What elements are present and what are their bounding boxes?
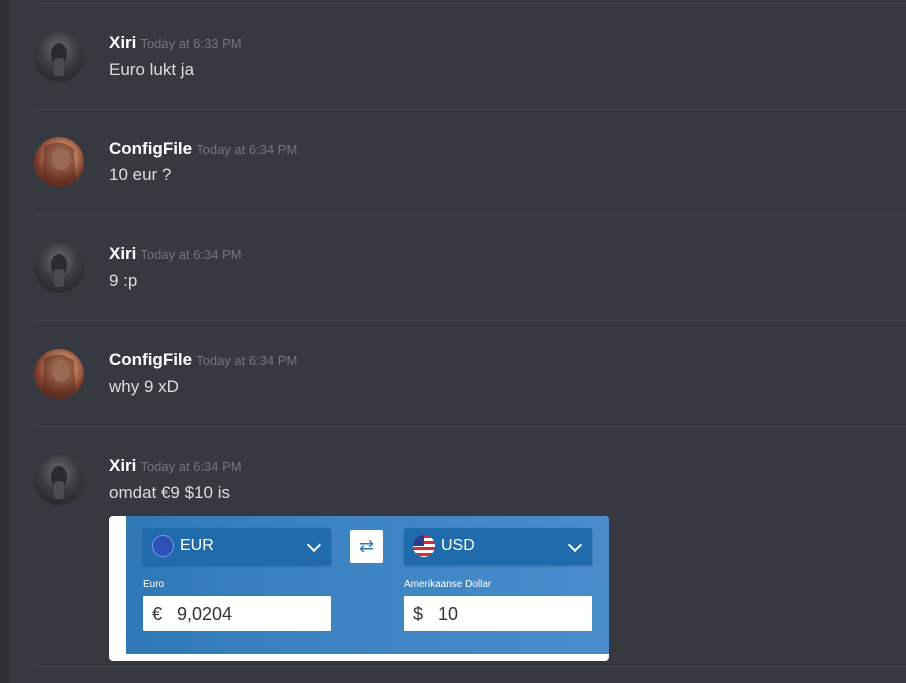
timestamp: Today at 6:34 PM	[196, 142, 298, 157]
us-flag-icon	[413, 535, 435, 557]
chevron-down-icon	[306, 537, 322, 553]
username[interactable]: Xiri Today at 6:34 PM	[109, 456, 242, 476]
message-content: why 9 xD	[109, 377, 179, 396]
from-amount-value: 9,0204	[177, 604, 233, 624]
message-divider	[36, 666, 906, 667]
avatar[interactable]	[34, 243, 84, 293]
eu-flag-icon	[152, 535, 174, 557]
username[interactable]: Xiri Today at 6:34 PM	[109, 244, 242, 264]
dollar-symbol: $	[413, 604, 424, 624]
avatar[interactable]	[34, 349, 84, 399]
message-content: Euro lukt ja	[109, 60, 195, 79]
timestamp: Today at 6:33 PM	[140, 36, 242, 51]
timestamp: Today at 6:34 PM	[140, 247, 242, 262]
chevron-down-icon	[567, 537, 583, 553]
converter-panel: EUR ⇄ USD Euro Amerikaanse Dollar € 9,02…	[126, 516, 609, 654]
chat-messages: Xiri Today at 6:33 PM Euro lukt ja Config…	[9, 0, 906, 683]
message-content: 10 eur ?	[109, 165, 172, 184]
to-amount-label: Amerikaanse Dollar	[404, 579, 492, 590]
timestamp: Today at 6:34 PM	[196, 353, 298, 368]
to-currency-select: USD	[404, 528, 592, 565]
avatar[interactable]	[34, 137, 84, 187]
message-divider	[36, 109, 906, 110]
from-currency-select: EUR	[143, 528, 331, 565]
timestamp: Today at 6:34 PM	[140, 459, 242, 474]
to-amount-field: $ 10	[404, 596, 592, 631]
message-divider	[36, 214, 906, 215]
avatar[interactable]	[34, 455, 84, 505]
to-amount-value: 10	[438, 604, 459, 624]
message-divider	[36, 3, 906, 4]
left-sidebar-edge	[0, 0, 9, 683]
swap-arrows-icon: ⇄	[350, 530, 383, 563]
to-currency-code: USD	[441, 537, 475, 554]
username[interactable]: ConfigFile Today at 6:34 PM	[109, 139, 297, 159]
euro-symbol: €	[152, 604, 163, 624]
message-divider	[36, 320, 906, 321]
message-content: 9 :p	[109, 271, 138, 290]
message-content: omdat €9 $10 is	[109, 483, 230, 502]
message-divider	[36, 426, 906, 427]
from-amount-label: Euro	[143, 579, 165, 590]
currency-converter-image[interactable]: EUR ⇄ USD Euro Amerikaanse Dollar € 9,02…	[109, 516, 609, 661]
from-amount-field: € 9,0204	[143, 596, 331, 631]
from-currency-code: EUR	[180, 537, 214, 554]
username[interactable]: Xiri Today at 6:33 PM	[109, 33, 242, 53]
avatar[interactable]	[34, 32, 84, 82]
username[interactable]: ConfigFile Today at 6:34 PM	[109, 350, 297, 370]
